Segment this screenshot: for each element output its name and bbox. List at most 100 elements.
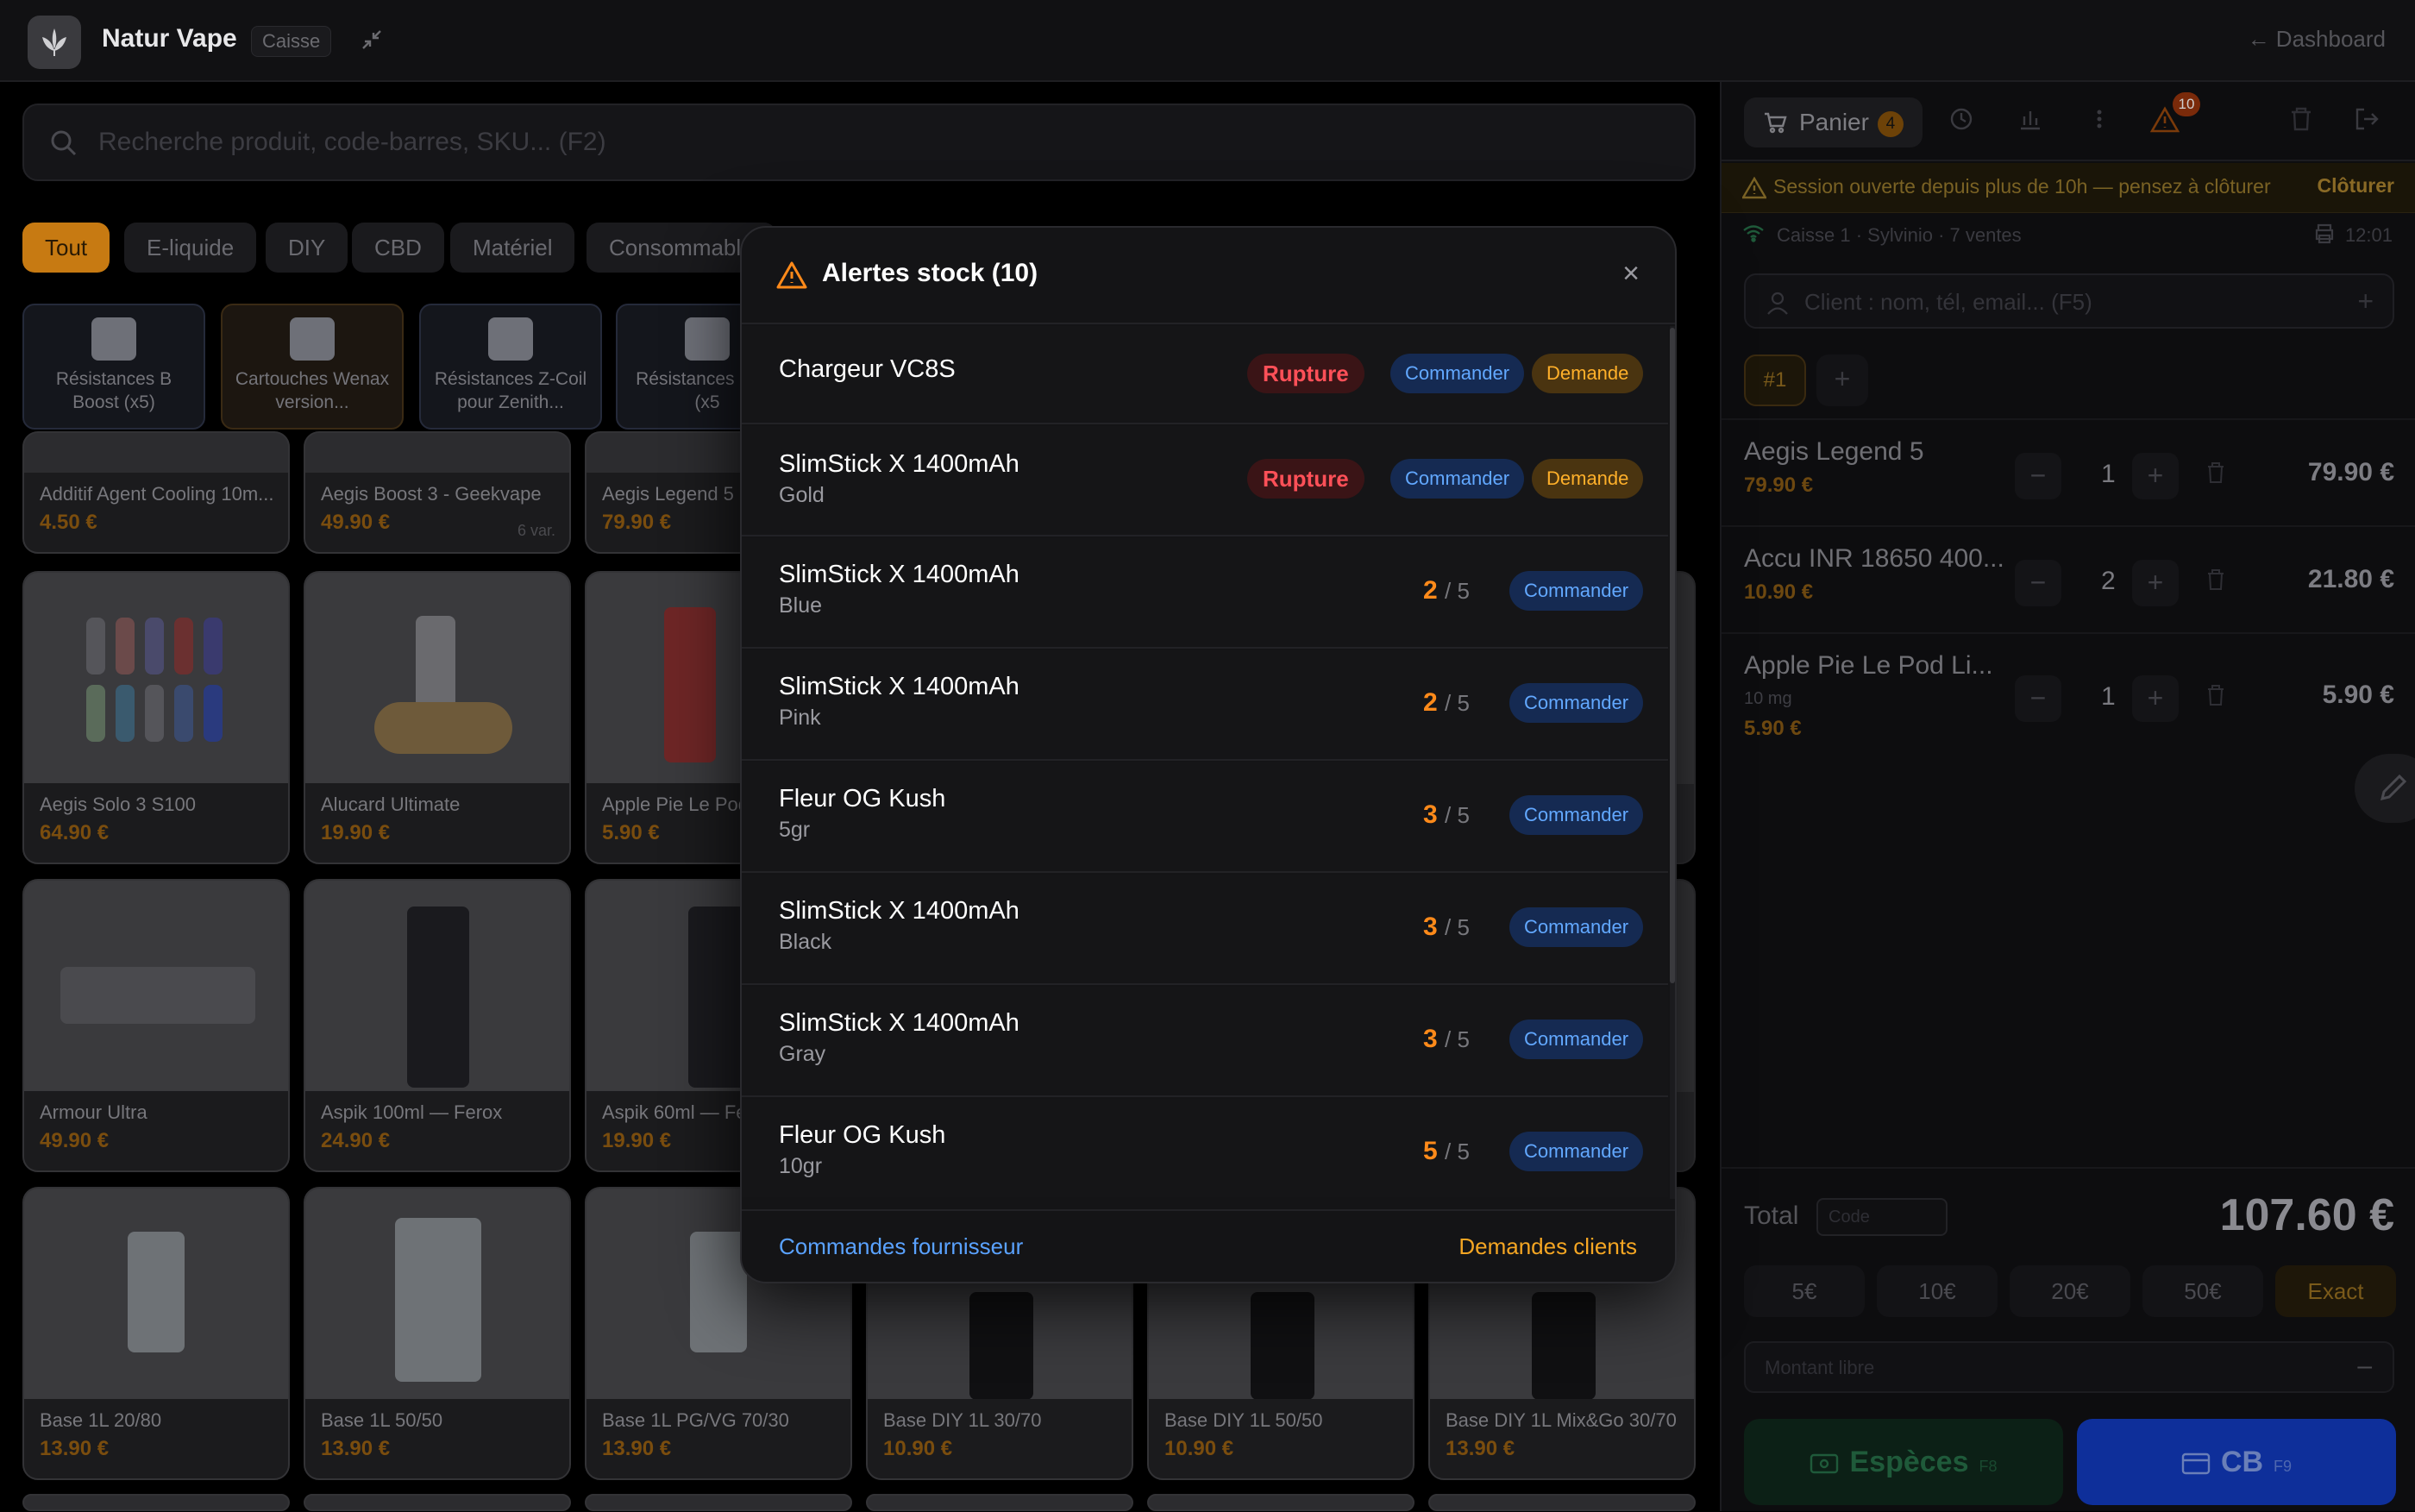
cash-50-button[interactable]: 50€ (2142, 1265, 2263, 1317)
category-materiel[interactable]: Matériel (450, 223, 575, 273)
cash-10-button[interactable]: 10€ (1877, 1265, 1998, 1317)
product-card[interactable]: Aegis Boost 3 - Geekvape 49.90 €6 var. (304, 431, 571, 554)
free-amount-sign: – (2357, 1352, 2372, 1380)
category-diy[interactable]: DIY (266, 223, 348, 273)
stock-count: 3 (1423, 800, 1438, 829)
search-placeholder: Recherche produit, code-barres, SKU... (… (98, 128, 606, 156)
product-card[interactable]: Aspik 100ml — Ferox 24.90 € (304, 879, 571, 1172)
stock-level: 3 / 5 (1423, 800, 1470, 830)
dashboard-link[interactable]: ← Dashboard (2248, 26, 2386, 53)
stock-threshold: / 5 (1445, 802, 1470, 828)
delete-line-icon[interactable] (2206, 461, 2227, 487)
stock-level: 3 / 5 (1423, 913, 1470, 942)
more-icon[interactable] (2084, 106, 2115, 137)
ticket-tab[interactable]: #1 (1744, 354, 1806, 406)
delete-line-icon[interactable] (2206, 568, 2227, 594)
order-button[interactable]: Commander (1390, 459, 1525, 499)
search-input[interactable]: Recherche produit, code-barres, SKU... (… (22, 104, 1696, 181)
client-search-input[interactable]: Client : nom, tél, email... (F5) + (1744, 273, 2394, 329)
new-ticket-button[interactable]: + (1816, 354, 1868, 406)
cart-item-unit-price: 10.90 € (1744, 580, 1814, 604)
subcategory-tile[interactable]: Résistances Z-Coil pour Zenith... (419, 304, 602, 430)
product-card[interactable]: Armour Ultra 49.90 € (22, 879, 290, 1172)
order-button[interactable]: Commander (1509, 1020, 1644, 1059)
discount-code-input[interactable]: Code (1816, 1198, 1948, 1236)
order-button[interactable]: Commander (1509, 571, 1644, 611)
product-card[interactable] (1147, 1494, 1414, 1511)
alert-product-variant: 10gr (779, 1154, 823, 1178)
stock-alert-row: SlimStick X 1400mAh Gray 3 / 5 Commander (742, 987, 1668, 1097)
cash-20-button[interactable]: 20€ (2010, 1265, 2130, 1317)
order-button[interactable]: Commander (1509, 1132, 1644, 1171)
order-button[interactable]: Commander (1509, 907, 1644, 947)
tab-panier[interactable]: Panier 4 (1744, 97, 1923, 147)
product-image (24, 573, 288, 784)
printer-icon[interactable] (2313, 223, 2336, 244)
stock-threshold: / 5 (1445, 914, 1470, 940)
product-card[interactable] (585, 1494, 852, 1511)
free-amount-input[interactable]: Montant libre – (1744, 1341, 2394, 1393)
close-icon[interactable]: × (1618, 259, 1644, 288)
customer-requests-link[interactable]: Demandes clients (1458, 1233, 1637, 1260)
cart-item-qty: 2 (2101, 567, 2116, 595)
category-cbd[interactable]: CBD (352, 223, 444, 273)
qty-increase-button[interactable]: + (2132, 675, 2179, 722)
supplier-orders-link[interactable]: Commandes fournisseur (779, 1233, 1023, 1260)
cart-line: Apple Pie Le Pod Li... 10 mg 5.90 € − 1 … (1722, 632, 2415, 762)
scrollbar-thumb[interactable] (1670, 328, 1675, 983)
stock-level: 5 / 5 (1423, 1137, 1470, 1166)
alert-product-name: SlimStick X 1400mAh (779, 897, 1019, 925)
product-card[interactable]: Base 1L 20/80 13.90 € (22, 1187, 290, 1480)
cash-exact-button[interactable]: Exact (2275, 1265, 2396, 1317)
qty-decrease-button[interactable]: − (2015, 560, 2061, 606)
stock-level: 2 / 5 (1423, 688, 1470, 718)
qty-increase-button[interactable]: + (2132, 560, 2179, 606)
request-button[interactable]: Demande (1532, 354, 1644, 393)
qty-increase-button[interactable]: + (2132, 453, 2179, 499)
close-session-button[interactable]: Clôturer (2318, 174, 2394, 198)
app-name: Natur Vape (102, 24, 237, 53)
cash-5-button[interactable]: 5€ (1744, 1265, 1865, 1317)
order-button[interactable]: Commander (1509, 795, 1644, 835)
order-button[interactable]: Commander (1509, 683, 1644, 723)
pay-cash-button[interactable]: Espèces F8 (1744, 1419, 2063, 1505)
add-client-icon[interactable]: + (2357, 285, 2374, 317)
alert-count-badge: 10 (2173, 92, 2200, 116)
product-name: Aegis Solo 3 S100 (40, 794, 197, 815)
category-tout[interactable]: Tout (22, 223, 110, 273)
cart-item-variant: 10 mg (1744, 689, 1792, 708)
pay-card-button[interactable]: CB F9 (2077, 1419, 2396, 1505)
category-e-liquide[interactable]: E-liquide (124, 223, 257, 273)
stock-alert-row: SlimStick X 1400mAh Pink 2 / 5 Commander (742, 650, 1668, 761)
order-button[interactable]: Commander (1390, 354, 1525, 393)
collapse-icon[interactable] (358, 26, 389, 57)
product-price: 24.90 € (321, 1129, 391, 1152)
product-card[interactable]: Base 1L 50/50 13.90 € (304, 1187, 571, 1480)
edit-pencil-icon[interactable] (2355, 754, 2415, 823)
subcategory-tile[interactable]: Résistances B Boost (x5) (22, 304, 205, 430)
logout-icon[interactable] (2351, 106, 2382, 137)
stock-alert-row: Fleur OG Kush 10gr 5 / 5 Commander (742, 1099, 1668, 1197)
checkout-area: Total Code 107.60 € 5€ 10€ 20€ 50€ Exact… (1722, 1167, 2415, 1512)
stats-icon[interactable] (2015, 106, 2046, 137)
trash-icon[interactable] (2286, 106, 2317, 137)
product-card[interactable] (1428, 1494, 1696, 1511)
product-card[interactable]: Aegis Solo 3 S100 64.90 € (22, 571, 290, 864)
mode-badge: Caisse (251, 26, 332, 57)
product-card[interactable] (304, 1494, 571, 1511)
product-card[interactable]: Additif Agent Cooling 10m... 4.50 € (22, 431, 290, 554)
subcategory-label: Résistances B Boost (x5) (55, 369, 172, 412)
product-image (305, 881, 569, 1092)
product-card[interactable]: Alucard Ultimate 19.90 € (304, 571, 571, 864)
qty-decrease-button[interactable]: − (2015, 675, 2061, 722)
product-card[interactable] (866, 1494, 1133, 1511)
cart-item-unit-price: 79.90 € (1744, 474, 1814, 497)
history-icon[interactable] (1946, 106, 1977, 137)
request-button[interactable]: Demande (1532, 459, 1644, 499)
product-name: Base DIY 1L 50/50 (1164, 1409, 1323, 1431)
subcategory-tile[interactable]: Cartouches Wenax version... (221, 304, 404, 430)
delete-line-icon[interactable] (2206, 684, 2227, 710)
product-card[interactable] (22, 1494, 290, 1511)
qty-decrease-button[interactable]: − (2015, 453, 2061, 499)
cart-item-name: Accu INR 18650 400... (1744, 544, 2003, 573)
